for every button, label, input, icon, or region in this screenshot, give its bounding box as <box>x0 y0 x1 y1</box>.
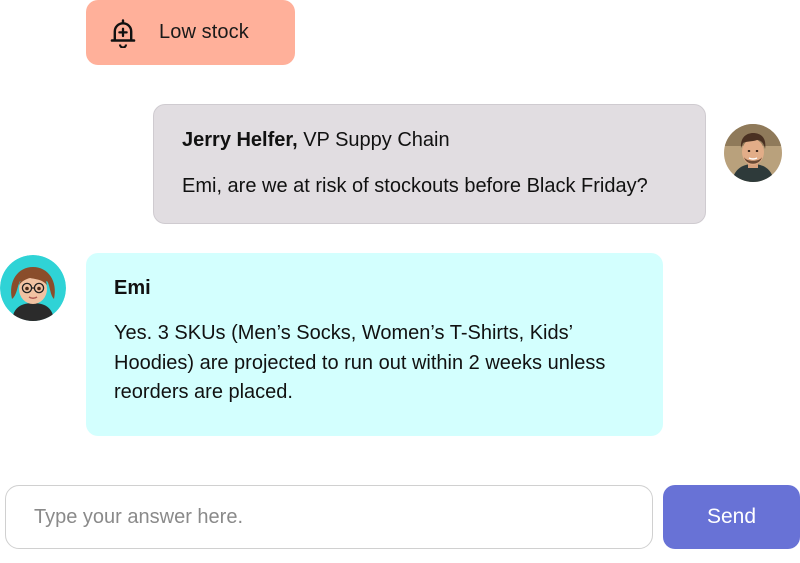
bell-plus-icon <box>108 18 138 48</box>
message-text: Emi, are we at risk of stockouts before … <box>182 175 648 197</box>
sender-title: VP Suppy Chain <box>297 129 450 151</box>
assistant-avatar <box>0 255 66 321</box>
message-sender: Jerry Helfer, VP Suppy Chain <box>182 127 677 153</box>
low-stock-alert[interactable]: Low stock <box>86 0 295 65</box>
message-sender: Emi <box>114 277 151 299</box>
message-bubble-emi: Emi Yes. 3 SKUs (Men’s Socks, Women’s T-… <box>86 253 663 436</box>
sender-name: Jerry Helfer, <box>182 129 298 151</box>
chat-screen: Low stock Jerry Helfer, VP Suppy Chain E… <box>0 0 800 563</box>
answer-input[interactable] <box>5 485 653 549</box>
alert-label: Low stock <box>159 21 249 43</box>
message-text: Yes. 3 SKUs (Men’s Socks, Women’s T-Shir… <box>114 322 606 403</box>
user-avatar <box>724 124 782 182</box>
send-button[interactable]: Send <box>663 485 800 549</box>
message-bubble-jerry: Jerry Helfer, VP Suppy Chain Emi, are we… <box>153 104 706 224</box>
